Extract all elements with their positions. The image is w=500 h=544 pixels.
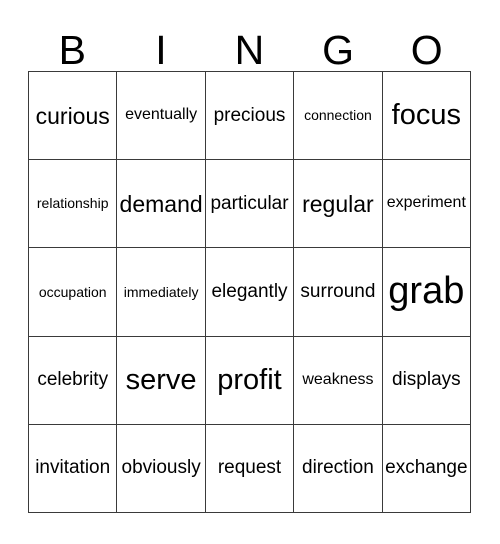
bingo-cell[interactable]: demand bbox=[117, 160, 206, 249]
bingo-cell[interactable]: exchange bbox=[382, 424, 472, 514]
bingo-cell-word: eventually bbox=[125, 106, 198, 124]
bingo-cell-word: serve bbox=[125, 363, 197, 396]
bingo-cell[interactable]: weakness bbox=[294, 336, 383, 425]
bingo-cell[interactable]: curious bbox=[29, 72, 118, 161]
bingo-cell[interactable]: immediately bbox=[117, 248, 206, 337]
bingo-cell[interactable]: grab bbox=[382, 248, 472, 337]
bingo-row: invitation obviously request direction e… bbox=[29, 424, 472, 514]
bingo-header-letter-g: G bbox=[294, 20, 383, 71]
bingo-cell-word: profit bbox=[217, 363, 282, 396]
bingo-cell[interactable]: direction bbox=[294, 424, 383, 514]
bingo-cell[interactable]: serve bbox=[117, 336, 206, 425]
bingo-cell-word: immediately bbox=[123, 283, 199, 300]
bingo-cell[interactable]: regular bbox=[294, 160, 383, 249]
bingo-header-letter-b: B bbox=[28, 20, 117, 71]
bingo-cell-word: weakness bbox=[302, 370, 374, 388]
bingo-grid: curious eventually precious connection f… bbox=[28, 71, 472, 514]
bingo-row: occupation immediately elegantly surroun… bbox=[29, 248, 472, 337]
bingo-cell-word: elegantly bbox=[211, 281, 288, 303]
bingo-cell-word: displays bbox=[392, 369, 461, 391]
bingo-cell[interactable]: experiment bbox=[382, 160, 472, 249]
bingo-cell[interactable]: profit bbox=[205, 336, 295, 425]
bingo-cell-word: demand bbox=[119, 190, 203, 217]
bingo-cell-word: curious bbox=[35, 102, 110, 129]
bingo-cell[interactable]: invitation bbox=[29, 424, 118, 514]
bingo-card: B I N G O curious eventually precious co… bbox=[0, 0, 500, 544]
bingo-cell[interactable]: elegantly bbox=[205, 248, 295, 337]
bingo-cell-word: surround bbox=[300, 281, 376, 303]
bingo-cell[interactable]: eventually bbox=[117, 72, 206, 161]
bingo-cell-word: occupation bbox=[38, 283, 107, 300]
bingo-cell-word: obviously bbox=[121, 457, 201, 479]
bingo-cell-word: invitation bbox=[35, 457, 111, 479]
bingo-cell-word: request bbox=[217, 457, 282, 479]
bingo-cell[interactable]: displays bbox=[382, 336, 472, 425]
bingo-cell-word: exchange bbox=[385, 457, 468, 479]
bingo-cell-word: relationship bbox=[36, 195, 109, 212]
header-letter: O bbox=[410, 27, 443, 73]
bingo-cell[interactable]: celebrity bbox=[29, 336, 118, 425]
bingo-cell-word: regular bbox=[302, 190, 374, 217]
bingo-cell[interactable]: occupation bbox=[29, 248, 118, 337]
header-letter: B bbox=[58, 27, 86, 73]
header-letter: G bbox=[322, 27, 355, 73]
bingo-header-letter-n: N bbox=[205, 20, 294, 71]
bingo-cell-word: grab bbox=[388, 270, 465, 313]
bingo-cell-word: direction bbox=[302, 457, 374, 479]
bingo-row: relationship demand particular regular e… bbox=[29, 160, 472, 249]
bingo-cell-word: focus bbox=[391, 99, 461, 132]
bingo-cell[interactable]: relationship bbox=[29, 160, 118, 249]
bingo-header: B I N G O bbox=[28, 20, 471, 71]
bingo-cell[interactable]: request bbox=[205, 424, 295, 514]
bingo-header-letter-o: O bbox=[382, 20, 471, 71]
bingo-cell[interactable]: focus bbox=[382, 72, 472, 161]
bingo-cell-word: celebrity bbox=[37, 369, 109, 391]
bingo-header-letter-i: I bbox=[117, 20, 206, 71]
header-letter: N bbox=[234, 27, 265, 73]
bingo-cell[interactable]: precious bbox=[205, 72, 295, 161]
bingo-cell[interactable]: surround bbox=[294, 248, 383, 337]
bingo-cell-word: connection bbox=[304, 107, 372, 124]
header-letter: I bbox=[155, 27, 167, 73]
bingo-row: curious eventually precious connection f… bbox=[29, 72, 472, 161]
bingo-cell-word: precious bbox=[213, 104, 286, 126]
bingo-cell[interactable]: particular bbox=[205, 160, 295, 249]
bingo-cell[interactable]: obviously bbox=[117, 424, 206, 514]
bingo-row: celebrity serve profit weakness displays bbox=[29, 336, 472, 425]
bingo-cell-word: experiment bbox=[386, 194, 466, 212]
bingo-cell[interactable]: connection bbox=[294, 72, 383, 161]
bingo-cell-word: particular bbox=[210, 192, 289, 214]
